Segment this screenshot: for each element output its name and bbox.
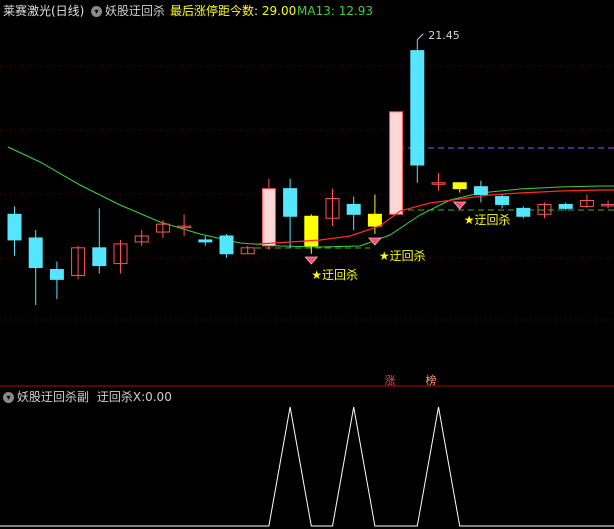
candle-body-10 — [219, 235, 234, 255]
max-pointer — [416, 33, 424, 41]
candle-body-1 — [28, 237, 43, 269]
badge-1: 榜 — [426, 373, 437, 387]
candle-body-9 — [198, 239, 213, 243]
candle-body-18 — [389, 111, 404, 215]
badge-0: 涨 — [385, 374, 396, 387]
signal-gem-icon-1 — [368, 237, 382, 246]
chart-canvas[interactable]: 21.45 ★迂回杀 ★迂回杀 ★迂回杀涨 榜 — [0, 0, 614, 529]
candle-body-0 — [7, 213, 22, 241]
chart-stage: 莱赛激光(日线) ▾ 妖股迂回杀 最后涨停距今数: 29.00 MA13: 12.… — [0, 0, 614, 529]
candle-body-13 — [283, 188, 298, 217]
candle-body-23 — [495, 196, 510, 205]
candle-body-22 — [473, 186, 488, 196]
signal-gem-icon-0 — [304, 256, 319, 265]
candle-body-21 — [452, 182, 467, 190]
signal-label-1: ★迂回杀 — [379, 248, 426, 263]
candle-body-12 — [261, 188, 276, 247]
candle-body-2 — [49, 269, 64, 280]
signal-label-2: ★迂回杀 — [464, 212, 511, 227]
signal-label-0: ★迂回杀 — [311, 267, 358, 282]
candle-body-19 — [410, 50, 425, 166]
signal-gem-icon-2 — [452, 201, 467, 210]
sub-series-line — [0, 406, 614, 527]
candle-body-24 — [516, 207, 531, 217]
max-price-label: 21.45 — [428, 29, 460, 42]
candle-body-26 — [558, 203, 573, 209]
candle-body-4 — [92, 247, 107, 267]
candle-body-16 — [346, 203, 361, 215]
candle-body-17 — [367, 213, 382, 227]
